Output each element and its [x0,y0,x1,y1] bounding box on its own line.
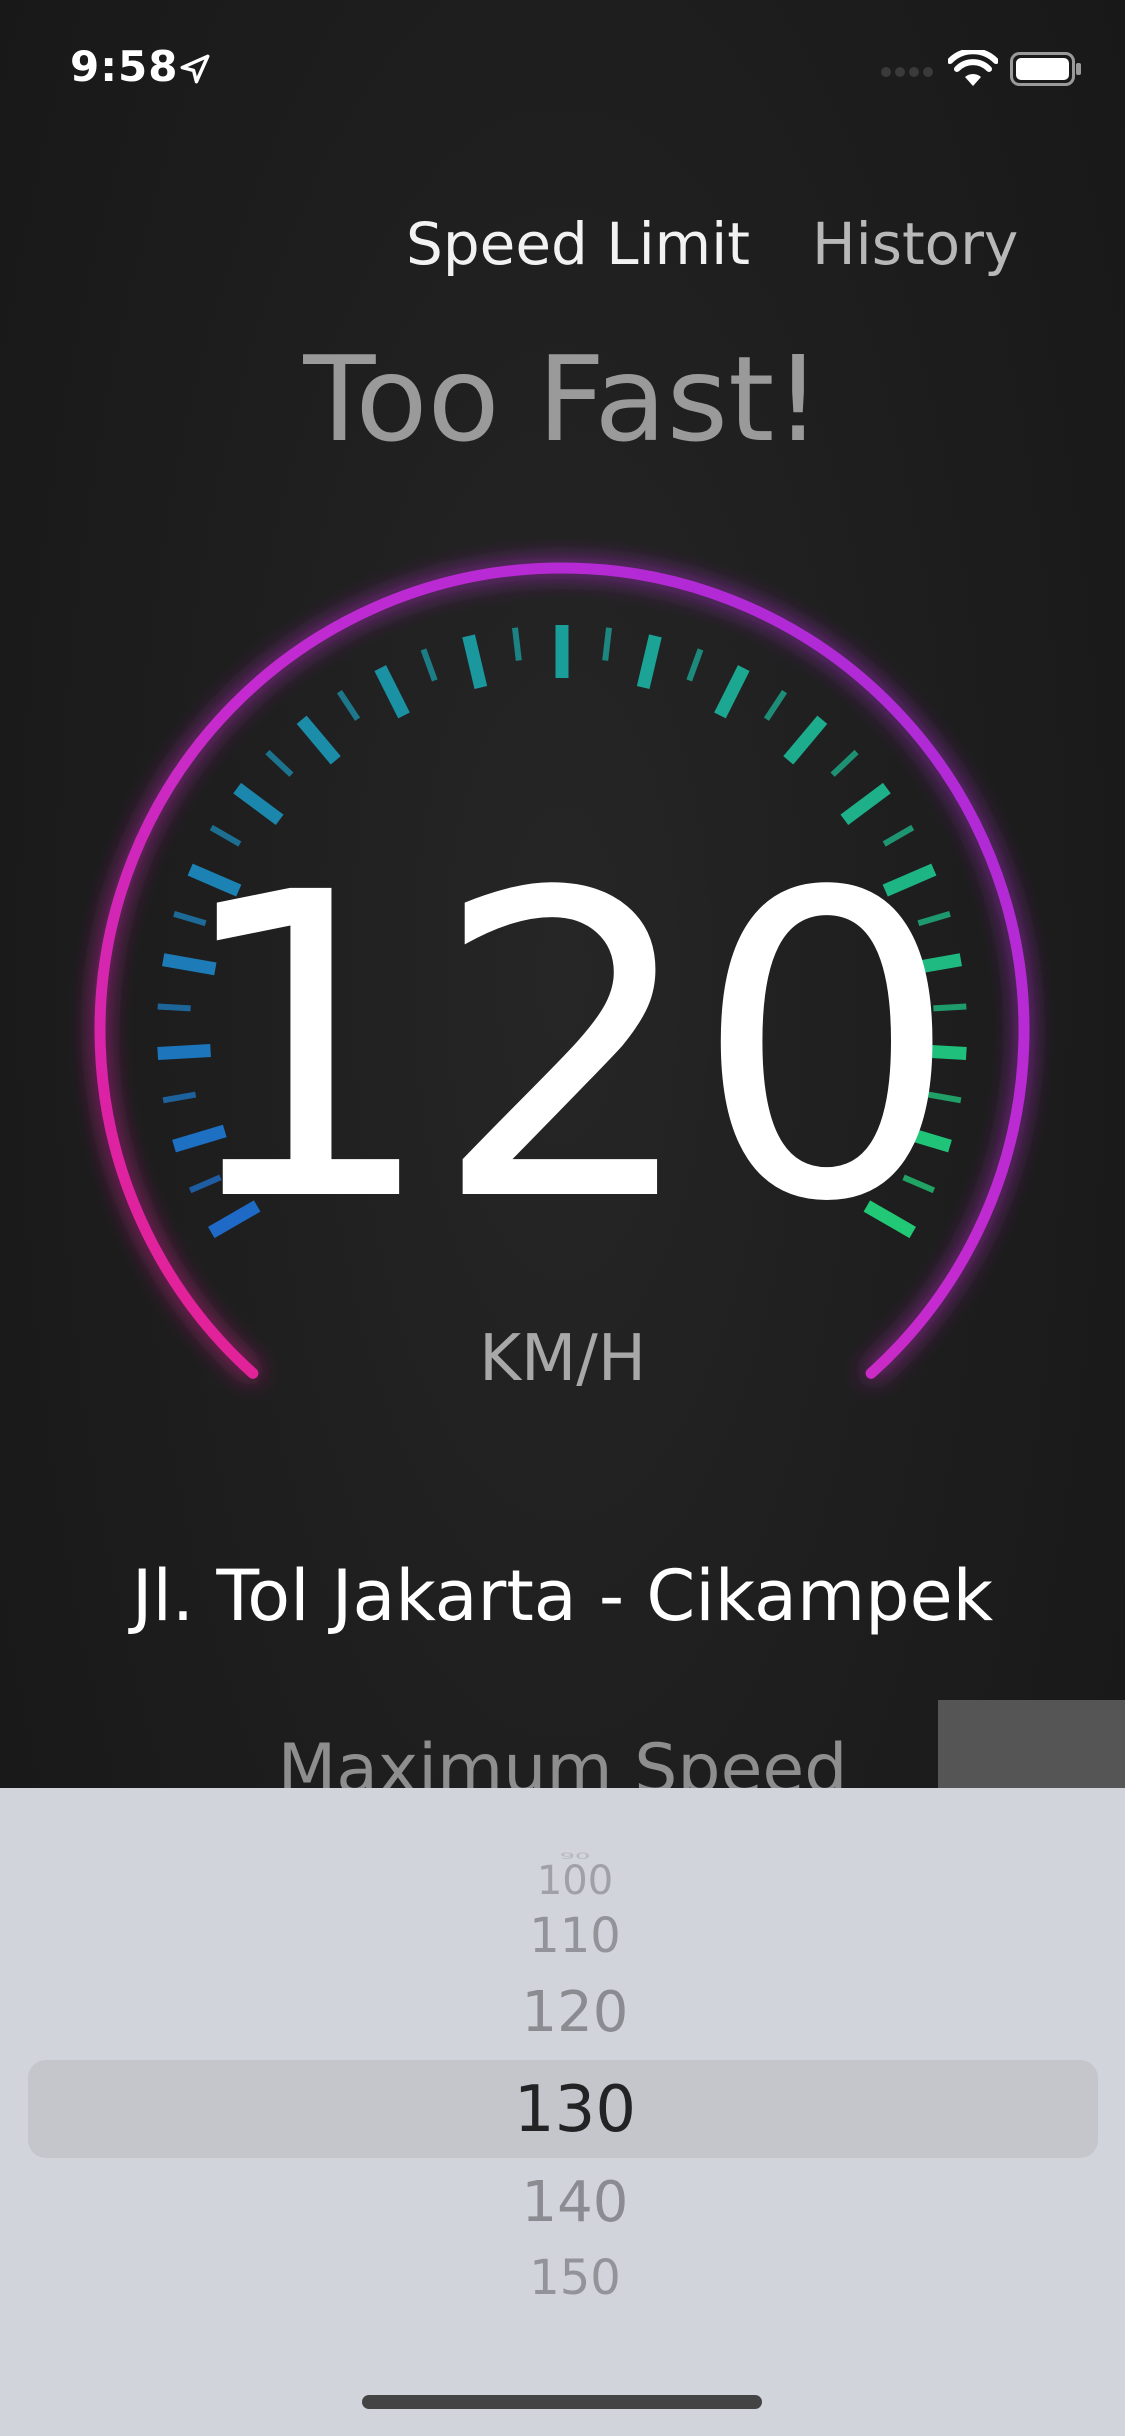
tab-bar: Speed Limit History [0,210,1125,300]
status-time: 9:58 [70,42,179,91]
gauge-tick [714,665,750,719]
gauge-tick [462,634,488,689]
gauge-tick [296,715,341,765]
gauge-tick [336,689,361,721]
gauge-tick [265,749,294,777]
max-speed-picker[interactable]: 90 100 110 120 130 140 150 [0,1788,1125,2436]
picker-item-120[interactable]: 120 [0,1980,1125,2045]
picker-item-130[interactable]: 130 [0,2073,1125,2147]
status-bar: 9:58 [0,0,1125,140]
cellular-signal-icon [881,67,933,77]
picker-item-110[interactable]: 110 [0,1908,1125,1964]
gauge-tick [420,648,438,682]
picker-item-150[interactable]: 150 [0,2250,1125,2306]
home-indicator[interactable] [362,2395,762,2409]
battery-icon [1010,52,1081,86]
tab-speed-limit[interactable]: Speed Limit [406,210,750,278]
location-arrow-icon [180,54,210,84]
gauge-tick [686,648,704,682]
current-speed: 120 [170,805,961,1294]
picker-item-100[interactable]: 100 [0,1858,1125,1904]
gauge-tick [830,749,859,777]
road-name: Jl. Tol Jakarta - Cikampek [131,1555,994,1637]
picker-item-140[interactable]: 140 [0,2170,1125,2235]
side-button[interactable] [938,1700,1125,1790]
gauge-tick [783,715,828,765]
gauge-tick [374,665,410,719]
speed-unit: KM/H [479,1322,646,1396]
gauge-tick [763,689,788,721]
speed-alert-text: Too Fast! [303,330,822,468]
wifi-icon [948,50,998,86]
gauge-tick [512,627,522,661]
gauge-tick [636,634,662,689]
gauge-tick [602,627,612,661]
tab-history[interactable]: History [812,210,1018,278]
